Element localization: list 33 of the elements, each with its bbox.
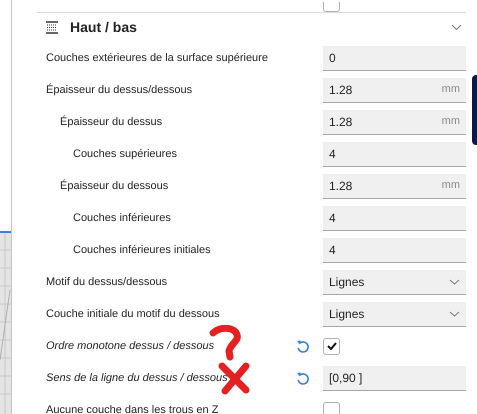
section-title: Haut / bas	[70, 18, 138, 37]
dropdown[interactable]: Lignes	[323, 302, 466, 326]
setting-label: Épaisseur du dessous	[59, 178, 168, 194]
chevron-down-icon[interactable]	[451, 24, 462, 31]
input-field[interactable]: 1.28 mm	[323, 174, 466, 198]
input-field[interactable]: [0,90 ]	[323, 366, 466, 390]
chevron-down-icon	[449, 278, 460, 284]
setting-label: Épaisseur du dessus/dessous	[45, 82, 192, 98]
reset-icon[interactable]	[296, 338, 310, 354]
setting-label: Aucune couche dans les trous en Z	[45, 402, 218, 414]
dropdown[interactable]: Lignes	[323, 270, 466, 294]
setting-label: Couches inférieures initiales	[72, 242, 211, 258]
input-field[interactable]: 0	[323, 46, 466, 70]
input-field[interactable]: 4	[323, 238, 466, 262]
chevron-down-icon	[449, 310, 460, 316]
setting-label: Couches supérieures	[72, 146, 177, 162]
setting-label: Motif du dessus/dessous	[45, 274, 168, 290]
input-field[interactable]: 1.28 mm	[323, 110, 466, 134]
layers-icon	[45, 21, 59, 34]
input-field[interactable]: 4	[323, 142, 466, 166]
setting-label: Couche initiale du motif du dessous	[45, 306, 220, 322]
side-tab[interactable]	[472, 75, 477, 145]
checkbox[interactable]	[323, 402, 340, 414]
checkbox[interactable]	[323, 338, 340, 354]
setting-label: Couches inférieures	[72, 210, 171, 226]
reset-icon[interactable]	[296, 370, 310, 386]
input-field[interactable]: 1.28 mm	[323, 78, 466, 102]
setting-label: Épaisseur du dessus	[59, 114, 162, 130]
setting-label: Ordre monotone dessus / dessous	[45, 338, 214, 354]
setting-label: Couches extérieures de la surface supérieure	[45, 50, 268, 66]
checkmark-icon	[326, 342, 336, 350]
setting-label: Sens de la ligne du dessus / dessous	[45, 370, 228, 386]
input-field[interactable]: 4	[323, 206, 466, 230]
